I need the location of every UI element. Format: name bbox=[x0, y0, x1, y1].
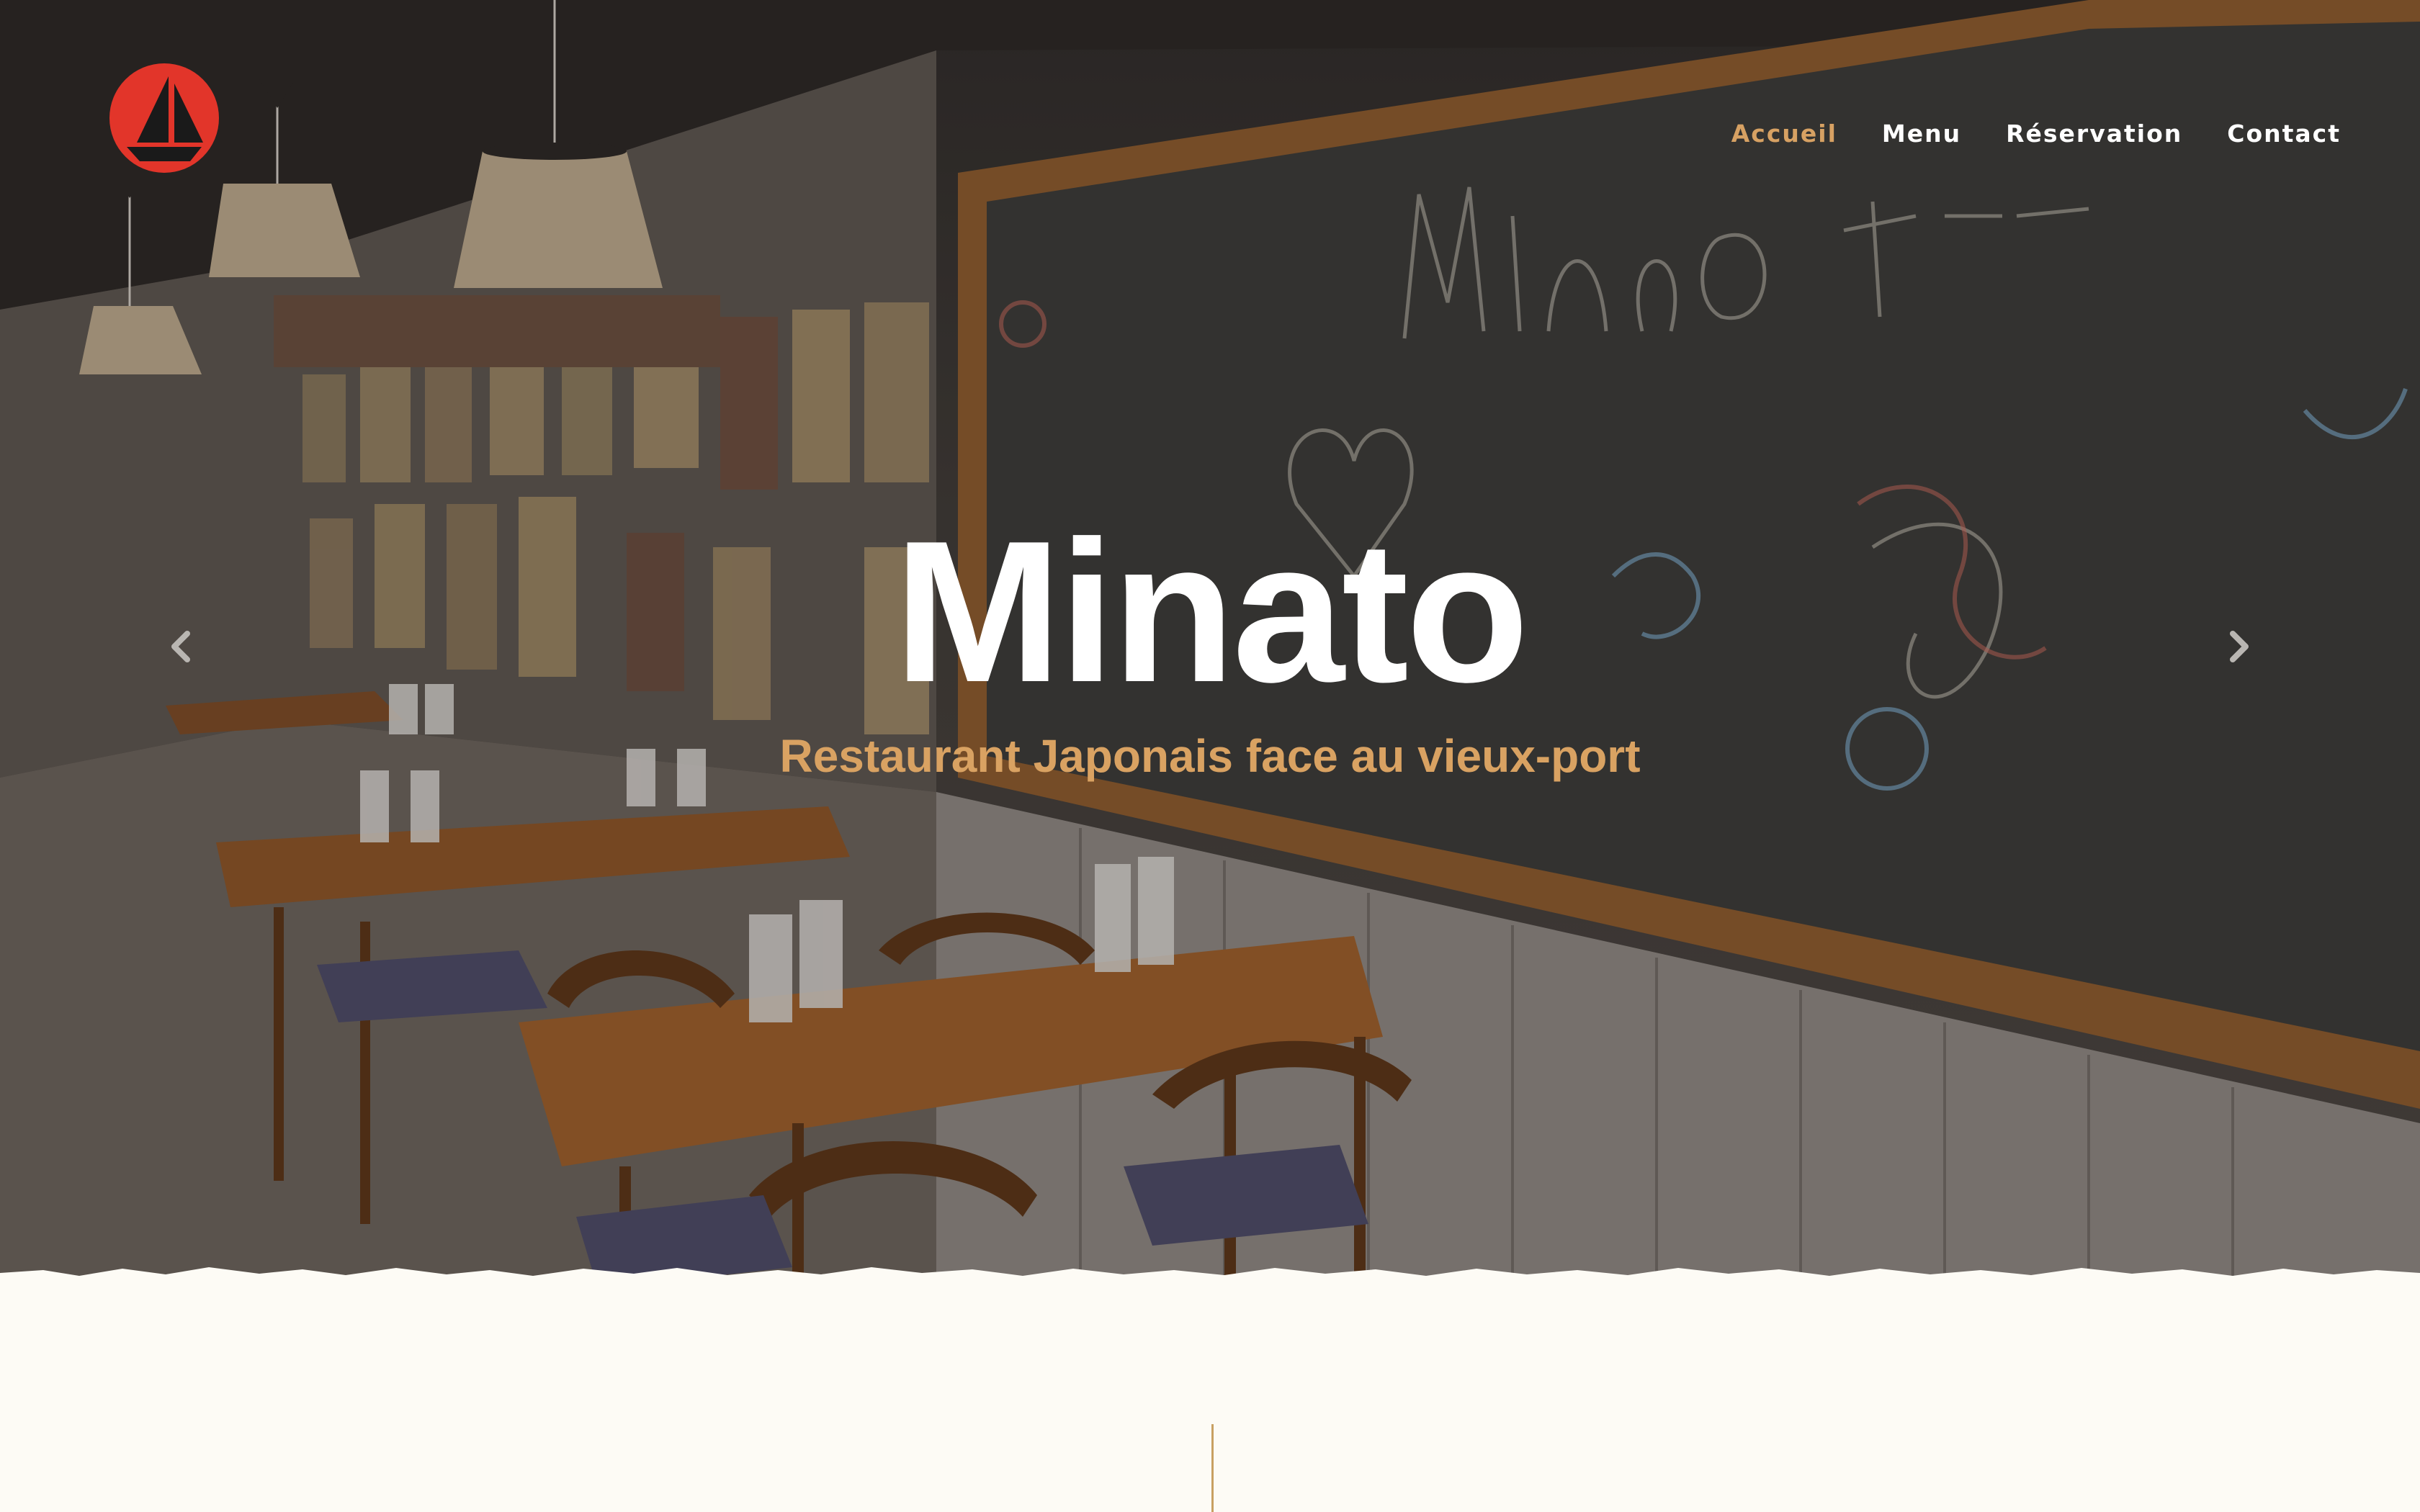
vertical-divider bbox=[1211, 1424, 1214, 1512]
chevron-right-icon bbox=[2230, 631, 2249, 662]
sailboat-logo-icon[interactable] bbox=[108, 62, 220, 174]
carousel-prev-button[interactable] bbox=[160, 625, 203, 668]
carousel-next-button[interactable] bbox=[2217, 625, 2260, 668]
nav-item-reservation[interactable]: Réservation bbox=[2006, 120, 2182, 148]
nav-item-contact[interactable]: Contact bbox=[2227, 120, 2341, 148]
nav-item-accueil[interactable]: Accueil bbox=[1731, 120, 1837, 148]
nav-item-menu[interactable]: Menu bbox=[1882, 120, 1961, 148]
content-section bbox=[0, 1289, 2420, 1512]
hero-subtitle: Restaurant Japonais face au vieux-port bbox=[779, 730, 1641, 782]
main-nav: Accueil Menu Réservation Contact bbox=[1731, 120, 2341, 148]
chevron-left-icon bbox=[171, 631, 190, 662]
hero-title: Minato bbox=[893, 500, 1529, 724]
hero-carousel: Accueil Menu Réservation Contact Minato … bbox=[0, 0, 2420, 1289]
torn-paper-divider bbox=[0, 1253, 2420, 1303]
